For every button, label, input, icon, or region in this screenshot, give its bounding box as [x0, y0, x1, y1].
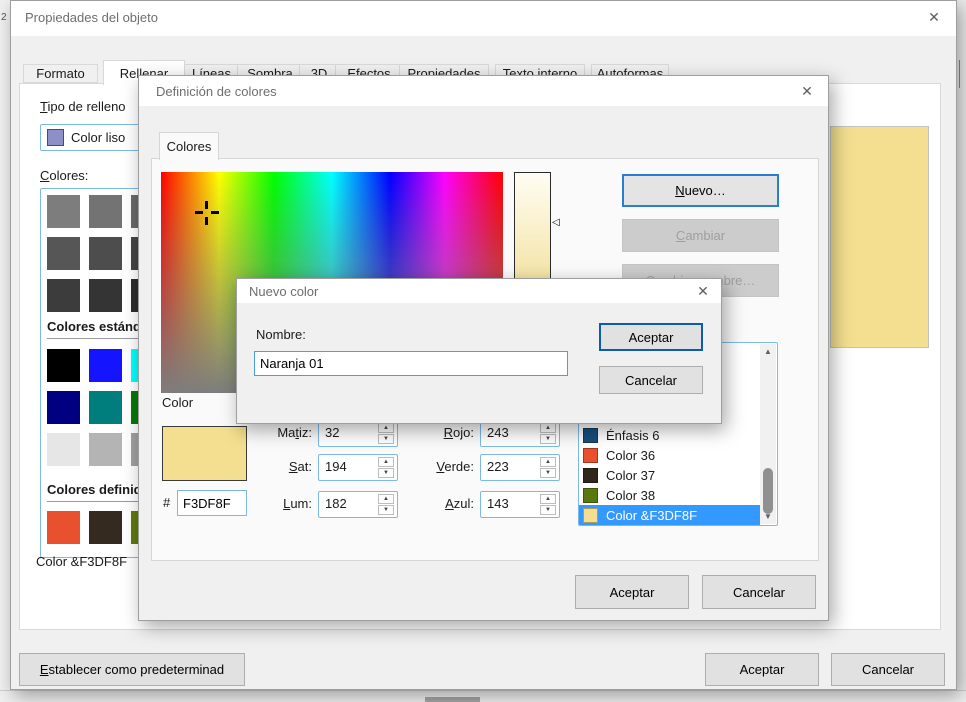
fill-type-value: Color liso	[71, 130, 125, 145]
new-color-dialog: Nuevo color ✕ Nombre: Aceptar Cancelar	[236, 278, 722, 424]
tab-colores[interactable]: Colores	[159, 132, 219, 160]
palette-swatch[interactable]	[47, 349, 80, 382]
palette-swatch[interactable]	[89, 433, 122, 466]
app-scrollbar-thumb[interactable]	[425, 697, 480, 702]
spin-down-icon[interactable]: ▼	[378, 468, 394, 478]
hex-prefix: #	[163, 495, 170, 510]
palette-swatch[interactable]	[47, 511, 80, 544]
def-dialog-title: Definición de colores	[156, 84, 277, 99]
list-item[interactable]: Énfasis 6	[579, 425, 760, 445]
list-item-swatch	[583, 468, 598, 483]
sat-label: Sat:	[252, 459, 312, 474]
lum-label: Lum:	[252, 496, 312, 511]
def-ok-button[interactable]: Aceptar	[575, 575, 689, 609]
palette-swatch[interactable]	[89, 349, 122, 382]
palette-swatch[interactable]	[89, 279, 122, 312]
palette-swatch[interactable]	[47, 279, 80, 312]
spin-down-icon[interactable]: ▼	[378, 434, 394, 444]
spin-down-icon[interactable]: ▼	[378, 505, 394, 515]
spin-up-icon[interactable]: ▲	[378, 457, 394, 467]
list-item-swatch	[583, 508, 598, 523]
main-close-icon[interactable]: ✕	[923, 9, 945, 27]
green-label: Verde:	[414, 459, 474, 474]
palette-swatch[interactable]	[47, 433, 80, 466]
spin-up-icon[interactable]: ▲	[540, 494, 556, 504]
palette-swatch[interactable]	[47, 195, 80, 228]
scrollbar-thumb[interactable]	[763, 468, 773, 514]
fill-type-label: Tipo de relleno	[40, 99, 126, 114]
list-item-swatch	[583, 428, 598, 443]
current-color-swatch	[162, 426, 247, 481]
def-close-icon[interactable]: ✕	[796, 83, 818, 101]
fill-preview-swatch	[830, 126, 929, 348]
sat-spinner[interactable]: 194 ▲▼	[318, 454, 398, 481]
hex-input[interactable]	[177, 490, 247, 516]
list-item[interactable]: Color 36	[579, 445, 760, 465]
palette-swatch[interactable]	[89, 511, 122, 544]
palette-swatch[interactable]	[89, 237, 122, 270]
spin-down-icon[interactable]: ▼	[540, 434, 556, 444]
new-dialog-title: Nuevo color	[249, 284, 318, 299]
palette-swatch[interactable]	[47, 391, 80, 424]
selected-color-name: Color &F3DF8F	[36, 554, 127, 569]
palette-swatch[interactable]	[89, 195, 122, 228]
name-input[interactable]	[254, 351, 568, 376]
scroll-up-icon[interactable]: ▲	[760, 347, 776, 356]
luminance-marker-icon[interactable]: ◁	[552, 218, 560, 228]
hue-label: Matiz:	[252, 425, 312, 440]
color-preview-label: Color	[162, 395, 193, 410]
app-background-bottom-strip	[0, 690, 966, 702]
app-background-left-strip	[0, 0, 10, 702]
list-item-swatch	[583, 448, 598, 463]
new-color-button[interactable]: Nuevo…	[622, 174, 779, 207]
colors-label: Colores:	[40, 168, 88, 183]
red-label: Rojo:	[414, 425, 474, 440]
list-item[interactable]: Color 37	[579, 465, 760, 485]
new-close-icon[interactable]: ✕	[693, 283, 713, 299]
palette-swatch[interactable]	[47, 237, 80, 270]
change-color-button[interactable]: Cambiar	[622, 219, 779, 252]
spin-up-icon[interactable]: ▲	[378, 423, 394, 433]
new-cancel-button[interactable]: Cancelar	[599, 366, 703, 394]
palette-swatch[interactable]	[89, 391, 122, 424]
main-ok-button[interactable]: Aceptar	[705, 653, 819, 686]
list-item-selected[interactable]: Color &F3DF8F	[579, 505, 760, 525]
screen: 2 Propiedades del objeto ✕ Formato Relle…	[0, 0, 966, 702]
def-cancel-button[interactable]: Cancelar	[702, 575, 816, 609]
spin-up-icon[interactable]: ▲	[378, 494, 394, 504]
list-item-swatch	[583, 488, 598, 503]
name-label: Nombre:	[256, 327, 306, 342]
hue-spinner[interactable]: 32 ▲▼	[318, 420, 398, 447]
set-default-button[interactable]: Establecer como predeterminad	[19, 653, 245, 686]
spin-down-icon[interactable]: ▼	[540, 505, 556, 515]
list-item[interactable]: Color 38	[579, 485, 760, 505]
fill-type-swatch	[47, 129, 64, 146]
ruler-label: 2	[1, 12, 7, 23]
new-ok-button[interactable]: Aceptar	[599, 323, 703, 351]
green-spinner[interactable]: 223 ▲▼	[480, 454, 560, 481]
blue-label: Azul:	[414, 496, 474, 511]
tab-formato[interactable]: Formato	[23, 64, 98, 83]
blue-spinner[interactable]: 143 ▲▼	[480, 491, 560, 518]
spin-up-icon[interactable]: ▲	[540, 457, 556, 467]
spin-up-icon[interactable]: ▲	[540, 423, 556, 433]
lum-spinner[interactable]: 182 ▲▼	[318, 491, 398, 518]
main-cancel-button[interactable]: Cancelar	[831, 653, 945, 686]
scroll-down-icon[interactable]: ▼	[760, 512, 776, 521]
list-scrollbar[interactable]: ▲ ▼	[760, 344, 776, 524]
main-dialog-title: Propiedades del objeto	[25, 10, 158, 25]
red-spinner[interactable]: 243 ▲▼	[480, 420, 560, 447]
app-background-right-mark	[959, 60, 960, 88]
spin-down-icon[interactable]: ▼	[540, 468, 556, 478]
